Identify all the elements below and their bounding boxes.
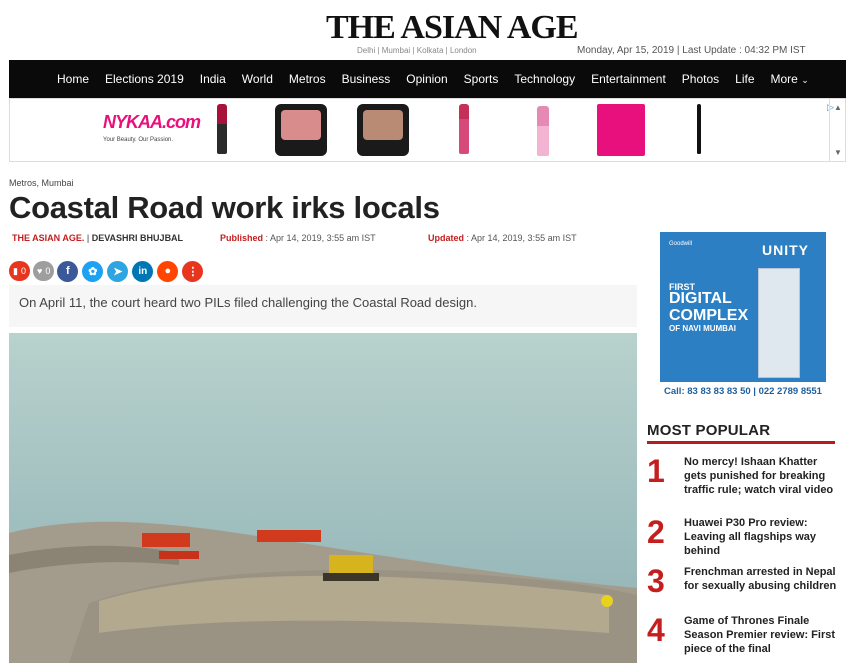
banner-ad-content[interactable]: NYKAA.com Your Beauty. Our Passion. ▷ [97, 100, 834, 160]
nav-technology[interactable]: Technology [506, 60, 583, 98]
telegram-icon[interactable]: ➤ [107, 260, 129, 282]
published-date: Published : Apr 14, 2019, 3:55 am IST [220, 233, 376, 243]
popular-title[interactable]: Frenchman arrested in Nepal for sexually… [684, 565, 839, 593]
published-label: Published [220, 233, 264, 243]
building-image [758, 268, 800, 378]
byline-author[interactable]: DEVASHRI BHUJBAL [92, 233, 183, 243]
popular-rank: 3 [647, 563, 665, 599]
most-popular-title: MOST POPULAR [647, 422, 771, 439]
popular-rank: 2 [647, 514, 665, 550]
lip-liner-image [459, 104, 469, 154]
popular-item[interactable]: 3 Frenchman arrested in Nepal for sexual… [647, 565, 837, 609]
byline: THE ASIAN AGE. | DEVASHRI BHUJBAL [12, 233, 183, 243]
heart-icon: ♥ [36, 266, 43, 276]
article-summary: On April 11, the court heard two PILs fi… [9, 285, 637, 327]
eyeliner-image [697, 104, 701, 154]
ad-line-digital: DIGITAL COMPLEX [669, 290, 749, 324]
byline-source[interactable]: THE ASIAN AGE. [12, 233, 84, 243]
article-photo [9, 333, 637, 663]
ad-developer: Goodwill [669, 241, 693, 247]
nav-elections[interactable]: Elections 2019 [97, 60, 192, 98]
ad-tagline: Your Beauty. Our Passion. [103, 137, 174, 143]
most-popular-divider [647, 441, 835, 444]
ad-line-location: OF NAVI MUMBAI [669, 324, 736, 333]
like-count: 0 [45, 266, 51, 276]
sidebar-ad[interactable]: Goodwill UNITY FIRST DIGITAL COMPLEX OF … [660, 232, 826, 382]
reddit-icon[interactable]: ● [157, 260, 179, 282]
nav-world[interactable]: World [234, 60, 281, 98]
nav-india[interactable]: India [192, 60, 234, 98]
nav-business[interactable]: Business [334, 60, 399, 98]
share-bar: ▮ 0 ♥ 0 f ✿ ➤ in ● ⋮ [9, 260, 207, 282]
comment-icon: ▮ [13, 265, 18, 276]
nav-more-label: More [770, 71, 798, 86]
nav-entertainment[interactable]: Entertainment [583, 60, 674, 98]
updated-date: Updated : Apr 14, 2019, 3:55 am IST [428, 233, 577, 243]
byline-separator: | [86, 233, 90, 243]
lip-gloss-image [537, 106, 549, 156]
banner-ad[interactable]: NYKAA.com Your Beauty. Our Passion. ▷ ▲ … [9, 98, 846, 162]
main-nav: Home Elections 2019 India World Metros B… [9, 60, 846, 98]
coastal-road-photo [9, 333, 637, 663]
site-logo[interactable]: THE ASIAN AGE [326, 10, 579, 46]
lip-kit-image [597, 104, 645, 156]
nav-more[interactable]: More ⌄ [763, 60, 817, 99]
popular-rank: 1 [647, 453, 665, 489]
scroll-up-icon[interactable]: ▲ [834, 103, 842, 112]
more-icon[interactable]: ⋮ [182, 260, 204, 282]
popular-item[interactable]: 1 No mercy! Ishaan Khatter gets punished… [647, 455, 837, 515]
nav-opinion[interactable]: Opinion [398, 60, 455, 98]
published-value: : Apr 14, 2019, 3:55 am IST [265, 233, 376, 243]
chevron-down-icon: ⌄ [801, 74, 809, 85]
edition-cities: Delhi | Mumbai | Kolkata | London [357, 46, 477, 55]
popular-title[interactable]: No mercy! Ishaan Khatter gets punished f… [684, 455, 839, 497]
scroll-down-icon[interactable]: ▼ [834, 148, 842, 157]
ad-project-name: UNITY [762, 242, 809, 258]
nav-metros[interactable]: Metros [281, 60, 334, 98]
popular-item[interactable]: 2 Huawei P30 Pro review: Leaving all fla… [647, 516, 837, 560]
nav-home[interactable]: Home [49, 60, 97, 98]
linkedin-icon[interactable]: in [132, 260, 154, 282]
comment-count: 0 [20, 266, 26, 276]
article-headline: Coastal Road work irks locals [9, 190, 440, 225]
popular-rank: 4 [647, 612, 665, 648]
popular-item[interactable]: 4 Game of Thrones Finale Season Premier … [647, 614, 837, 658]
updated-label: Updated [428, 233, 464, 243]
dateline: Monday, Apr 15, 2019 | Last Update : 04:… [577, 45, 806, 56]
comment-button[interactable]: ▮ 0 [9, 261, 30, 281]
popular-title[interactable]: Huawei P30 Pro review: Leaving all flags… [684, 516, 839, 558]
ad-brand-logo: NYKAA.com [103, 112, 201, 132]
bronzer-compact-image [357, 104, 409, 156]
ad-scrollbar[interactable]: ▲ ▼ [829, 99, 845, 161]
twitter-icon[interactable]: ✿ [82, 260, 104, 282]
nav-sports[interactable]: Sports [456, 60, 507, 98]
nav-life[interactable]: Life [727, 60, 762, 98]
blush-compact-image [275, 104, 327, 156]
lipstick-image [217, 104, 227, 154]
masthead: THE ASIAN AGE Delhi | Mumbai | Kolkata |… [0, 0, 856, 60]
facebook-icon[interactable]: f [57, 260, 79, 282]
like-button[interactable]: ♥ 0 [32, 261, 55, 281]
nav-photos[interactable]: Photos [674, 60, 727, 98]
popular-title[interactable]: Game of Thrones Finale Season Premier re… [684, 614, 839, 656]
ad-phone: Call: 83 83 83 83 50 | 022 2789 8551 [664, 386, 822, 397]
breadcrumb[interactable]: Metros, Mumbai [9, 178, 74, 188]
updated-value: : Apr 14, 2019, 3:55 am IST [466, 233, 577, 243]
